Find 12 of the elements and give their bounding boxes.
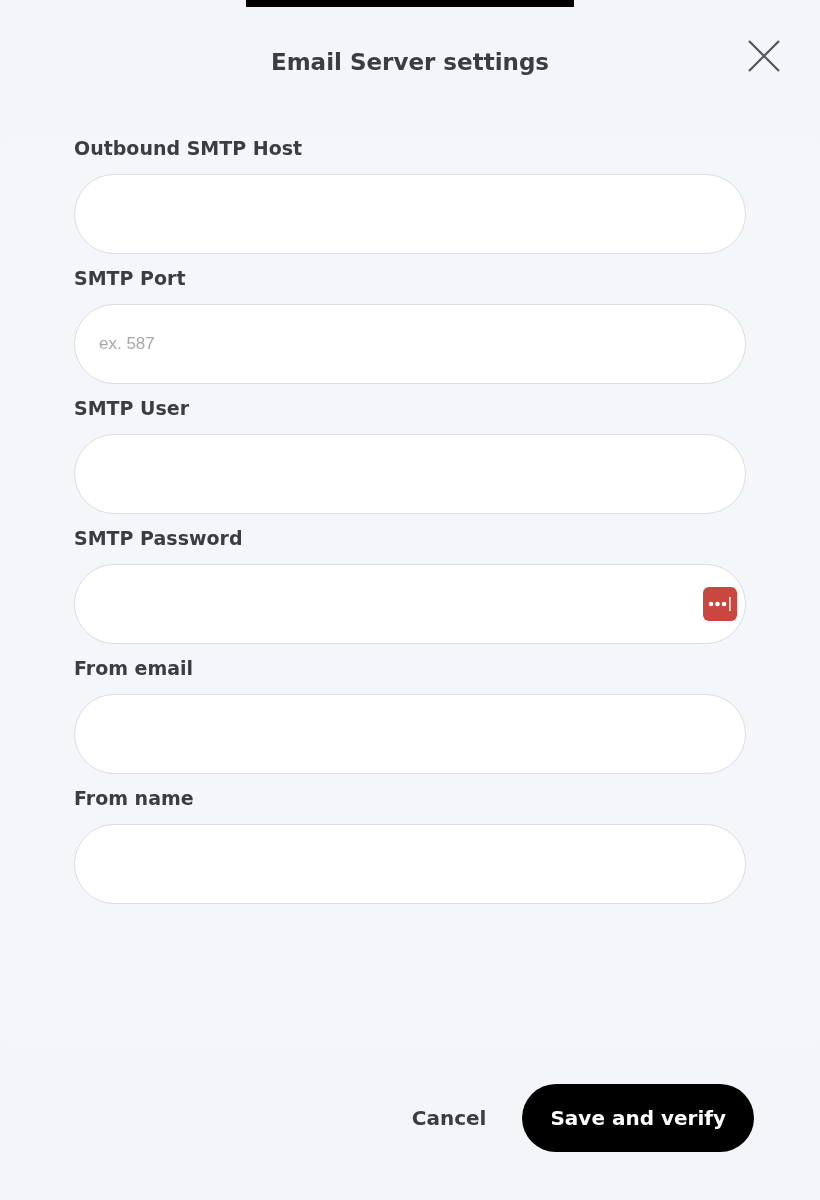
field-label: From name	[74, 786, 195, 810]
password-manager-icon[interactable]	[703, 587, 737, 621]
field-label: SMTP User	[74, 396, 191, 420]
field-label: SMTP Port	[74, 266, 187, 290]
field-label: From email	[74, 656, 195, 680]
dialog-title: Email Server settings	[270, 48, 550, 75]
input-field[interactable]: ex. 587	[74, 304, 746, 384]
field-label: SMTP Password	[74, 526, 244, 550]
save-button[interactable]: Save and verify	[522, 1084, 754, 1152]
field-label: Outbound SMTP Host	[74, 136, 304, 160]
cancel-button[interactable]: Cancel	[411, 1106, 487, 1130]
close-button[interactable]	[747, 39, 781, 73]
